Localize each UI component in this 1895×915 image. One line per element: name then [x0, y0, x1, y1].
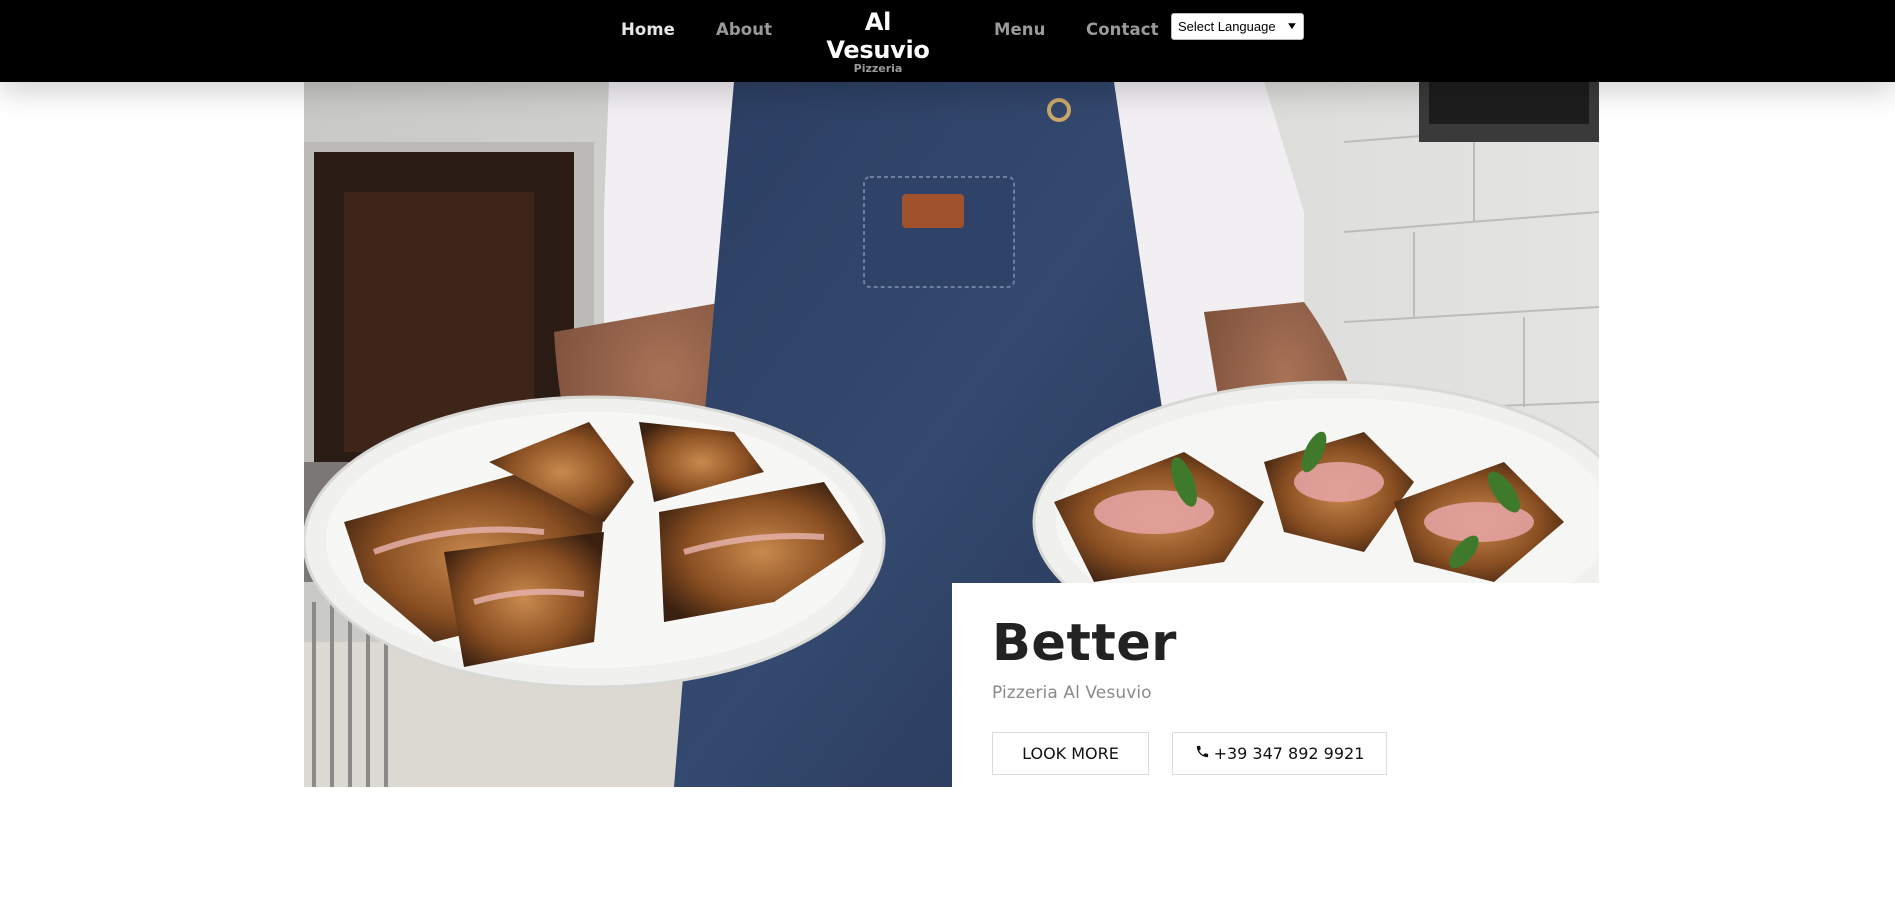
brand-logo[interactable]: Al Vesuvio Pizzeria — [816, 8, 940, 75]
hero-subtitle: Pizzeria Al Vesuvio — [992, 683, 1152, 703]
nav-contact-link[interactable]: Contact — [1086, 20, 1159, 39]
look-more-label: LOOK MORE — [1022, 744, 1119, 763]
chevron-down-icon: ▼ — [1285, 21, 1299, 32]
phone-call-button[interactable]: +39 347 892 9921 — [1172, 732, 1387, 775]
look-more-button[interactable]: LOOK MORE — [992, 732, 1149, 775]
brand-name: Al Vesuvio — [826, 8, 930, 64]
nav-home-link[interactable]: Home — [621, 20, 675, 39]
nav-about-link[interactable]: About — [716, 20, 772, 39]
nav-menu-link[interactable]: Menu — [994, 20, 1046, 39]
phone-number-label: +39 347 892 9921 — [1213, 744, 1365, 763]
top-navbar: Home About Al Vesuvio Pizzeria Menu Cont… — [0, 0, 1895, 82]
brand-subtitle: Pizzeria — [853, 62, 903, 75]
language-select-value: Select Language — [1178, 19, 1276, 34]
language-select[interactable]: Select Language ▼ — [1171, 13, 1304, 40]
hero-title: Better — [992, 614, 1177, 673]
hero-info-card: Better Pizzeria Al Vesuvio LOOK MORE +39… — [952, 583, 1599, 787]
phone-icon — [1195, 744, 1210, 763]
